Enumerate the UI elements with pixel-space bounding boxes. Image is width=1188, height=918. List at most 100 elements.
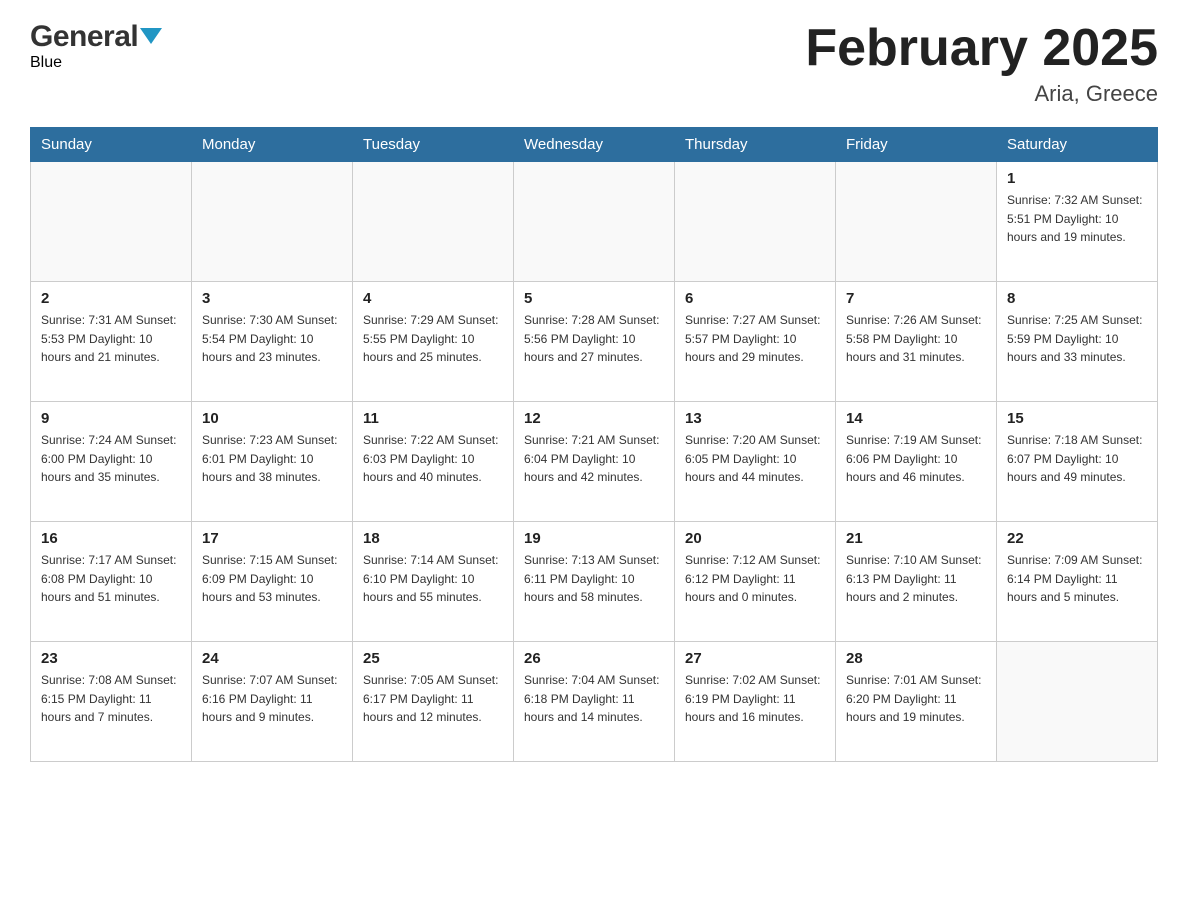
calendar-cell: 23 Sunrise: 7:08 AM Sunset: 6:15 PM Dayli… [31,642,192,762]
day-info: Sunrise: 7:25 AM Sunset: 5:59 PM Dayligh… [1007,311,1147,367]
calendar-cell: 6Sunrise: 7:27 AM Sunset: 5:57 PM Daylig… [675,282,836,402]
calendar-cell: 20 Sunrise: 7:12 AM Sunset: 6:12 PM Dayli… [675,522,836,642]
day-number: 14 [846,410,986,427]
day-number: 9 [41,410,181,427]
day-info: Sunrise: 7:05 AM Sunset: 6:17 PM Dayligh… [363,671,503,727]
day-info: Sunrise: 7:22 AM Sunset: 6:03 PM Dayligh… [363,431,503,487]
day-info: Sunrise: 7:29 AM Sunset: 5:55 PM Dayligh… [363,311,503,367]
day-info: Sunrise: 7:20 AM Sunset: 6:05 PM Dayligh… [685,431,825,487]
calendar-cell: 15 Sunrise: 7:18 AM Sunset: 6:07 PM Dayli… [997,402,1158,522]
day-number: 24 [202,650,342,667]
calendar-cell: 9 Sunrise: 7:24 AM Sunset: 6:00 PM Daylig… [31,402,192,522]
calendar-cell: 13 Sunrise: 7:20 AM Sunset: 6:05 PM Dayli… [675,402,836,522]
calendar-cell [675,162,836,282]
calendar-cell [353,162,514,282]
day-info: Sunrise: 7:10 AM Sunset: 6:13 PM Dayligh… [846,551,986,607]
calendar-cell: 7 Sunrise: 7:26 AM Sunset: 5:58 PM Daylig… [836,282,997,402]
calendar-cell: 27 Sunrise: 7:02 AM Sunset: 6:19 PM Dayli… [675,642,836,762]
day-number: 17 [202,530,342,547]
calendar-weekday-monday: Monday [192,128,353,162]
day-number: 11 [363,410,503,427]
day-number: 26 [524,650,664,667]
logo-blue-text: Blue [30,54,62,71]
calendar-weekday-tuesday: Tuesday [353,128,514,162]
day-info: Sunrise: 7:32 AM Sunset: 5:51 PM Dayligh… [1007,191,1147,247]
day-number: 25 [363,650,503,667]
day-number: 15 [1007,410,1147,427]
day-number: 7 [846,290,986,307]
day-info: Sunrise: 7:17 AM Sunset: 6:08 PM Dayligh… [41,551,181,607]
calendar-cell [836,162,997,282]
day-number: 20 [685,530,825,547]
calendar-cell: 14 Sunrise: 7:19 AM Sunset: 6:06 PM Dayli… [836,402,997,522]
calendar-cell: 2 Sunrise: 7:31 AM Sunset: 5:53 PM Daylig… [31,282,192,402]
calendar-weekday-saturday: Saturday [997,128,1158,162]
calendar-header-row: SundayMondayTuesdayWednesdayThursdayFrid… [31,128,1158,162]
day-number: 19 [524,530,664,547]
calendar-weekday-thursday: Thursday [675,128,836,162]
day-number: 10 [202,410,342,427]
day-number: 23 [41,650,181,667]
day-number: 18 [363,530,503,547]
day-number: 4 [363,290,503,307]
calendar-week-row: 1 Sunrise: 7:32 AM Sunset: 5:51 PM Daylig… [31,162,1158,282]
calendar-cell: 22 Sunrise: 7:09 AM Sunset: 6:14 PM Dayli… [997,522,1158,642]
day-number: 1 [1007,170,1147,187]
day-info: Sunrise: 7:19 AM Sunset: 6:06 PM Dayligh… [846,431,986,487]
calendar-cell [192,162,353,282]
day-info: Sunrise: 7:18 AM Sunset: 6:07 PM Dayligh… [1007,431,1147,487]
day-info: Sunrise: 7:23 AM Sunset: 6:01 PM Dayligh… [202,431,342,487]
day-info: Sunrise: 7:12 AM Sunset: 6:12 PM Dayligh… [685,551,825,607]
calendar-cell: 5 Sunrise: 7:28 AM Sunset: 5:56 PM Daylig… [514,282,675,402]
calendar-cell [31,162,192,282]
calendar-cell: 10 Sunrise: 7:23 AM Sunset: 6:01 PM Dayli… [192,402,353,522]
logo: General Blue [30,20,162,72]
day-number: 28 [846,650,986,667]
calendar-weekday-sunday: Sunday [31,128,192,162]
day-number: 8 [1007,290,1147,307]
calendar-cell: 16 Sunrise: 7:17 AM Sunset: 6:08 PM Dayli… [31,522,192,642]
day-info: Sunrise: 7:24 AM Sunset: 6:00 PM Dayligh… [41,431,181,487]
calendar-cell: 24Sunrise: 7:07 AM Sunset: 6:16 PM Dayli… [192,642,353,762]
calendar-weekday-wednesday: Wednesday [514,128,675,162]
day-number: 13 [685,410,825,427]
day-info: Sunrise: 7:26 AM Sunset: 5:58 PM Dayligh… [846,311,986,367]
day-info: Sunrise: 7:01 AM Sunset: 6:20 PM Dayligh… [846,671,986,727]
day-info: Sunrise: 7:21 AM Sunset: 6:04 PM Dayligh… [524,431,664,487]
day-info: Sunrise: 7:04 AM Sunset: 6:18 PM Dayligh… [524,671,664,727]
calendar-cell [997,642,1158,762]
day-number: 2 [41,290,181,307]
calendar-week-row: 9 Sunrise: 7:24 AM Sunset: 6:00 PM Daylig… [31,402,1158,522]
day-number: 16 [41,530,181,547]
calendar-week-row: 2 Sunrise: 7:31 AM Sunset: 5:53 PM Daylig… [31,282,1158,402]
calendar-cell: 18 Sunrise: 7:14 AM Sunset: 6:10 PM Dayli… [353,522,514,642]
calendar-week-row: 16 Sunrise: 7:17 AM Sunset: 6:08 PM Dayli… [31,522,1158,642]
calendar-cell: 8 Sunrise: 7:25 AM Sunset: 5:59 PM Daylig… [997,282,1158,402]
calendar-title: February 2025 [805,20,1158,77]
day-info: Sunrise: 7:14 AM Sunset: 6:10 PM Dayligh… [363,551,503,607]
day-info: Sunrise: 7:09 AM Sunset: 6:14 PM Dayligh… [1007,551,1147,607]
calendar-cell: 17 Sunrise: 7:15 AM Sunset: 6:09 PM Dayli… [192,522,353,642]
day-info: Sunrise: 7:02 AM Sunset: 6:19 PM Dayligh… [685,671,825,727]
calendar-title-block: February 2025 Aria, Greece [805,20,1158,107]
day-info: Sunrise: 7:08 AM Sunset: 6:15 PM Dayligh… [41,671,181,727]
day-info: Sunrise: 7:13 AM Sunset: 6:11 PM Dayligh… [524,551,664,607]
day-info: Sunrise: 7:31 AM Sunset: 5:53 PM Dayligh… [41,311,181,367]
day-number: 5 [524,290,664,307]
calendar-cell: 11 Sunrise: 7:22 AM Sunset: 6:03 PM Dayli… [353,402,514,522]
day-number: 27 [685,650,825,667]
day-number: 22 [1007,530,1147,547]
calendar-cell: 4 Sunrise: 7:29 AM Sunset: 5:55 PM Daylig… [353,282,514,402]
day-info: Sunrise: 7:15 AM Sunset: 6:09 PM Dayligh… [202,551,342,607]
calendar-cell: 25 Sunrise: 7:05 AM Sunset: 6:17 PM Dayli… [353,642,514,762]
calendar-subtitle: Aria, Greece [805,81,1158,107]
calendar-cell: 3Sunrise: 7:30 AM Sunset: 5:54 PM Daylig… [192,282,353,402]
day-info: Sunrise: 7:28 AM Sunset: 5:56 PM Dayligh… [524,311,664,367]
page-header: General Blue February 2025 Aria, Greece [30,20,1158,107]
calendar-cell: 12Sunrise: 7:21 AM Sunset: 6:04 PM Dayli… [514,402,675,522]
logo-triangle-icon [140,28,162,44]
logo-general-text: General [30,20,138,54]
calendar-cell: 26 Sunrise: 7:04 AM Sunset: 6:18 PM Dayli… [514,642,675,762]
calendar-week-row: 23 Sunrise: 7:08 AM Sunset: 6:15 PM Dayli… [31,642,1158,762]
day-number: 3 [202,290,342,307]
